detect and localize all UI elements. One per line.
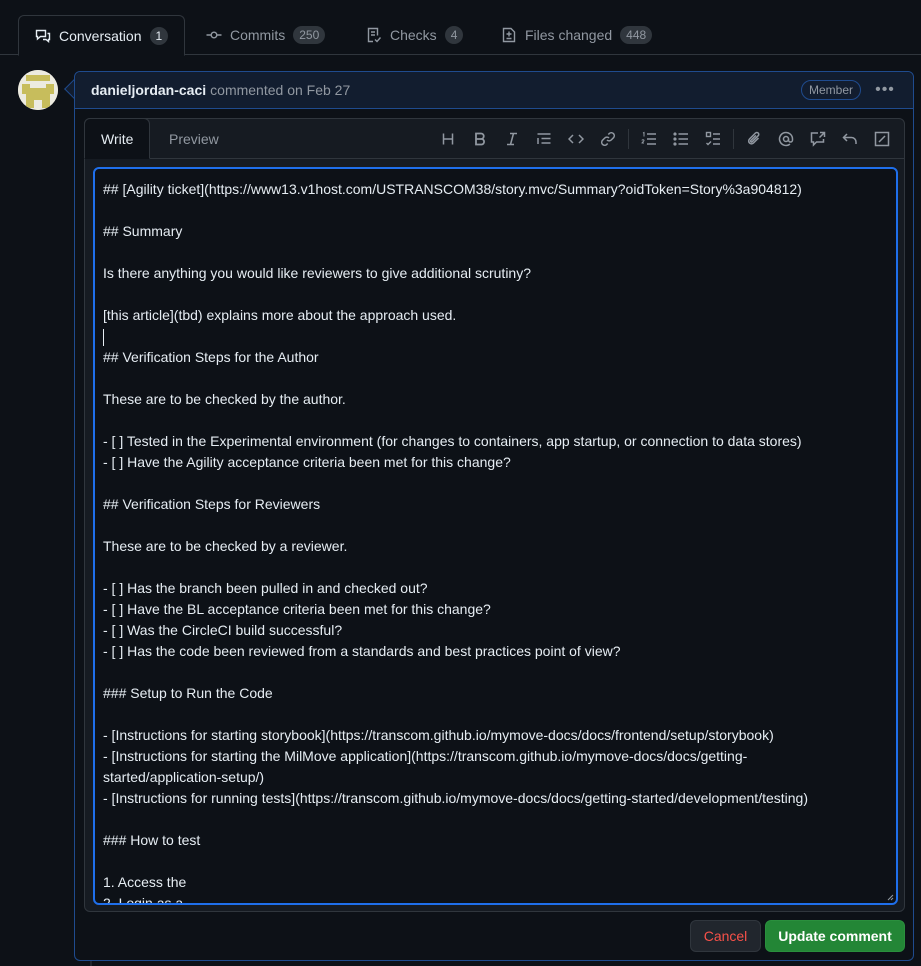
textarea-line <box>103 284 888 305</box>
resize-grip-icon[interactable] <box>886 893 894 901</box>
tab-count: 250 <box>293 26 326 44</box>
textarea-line: These are to be checked by a reviewer. <box>103 538 348 554</box>
textarea-line: - [Instructions for starting the MilMove… <box>103 748 748 764</box>
tab-files-changed[interactable]: Files changed 448 <box>501 15 653 55</box>
textarea-line <box>103 809 888 830</box>
textarea-line <box>103 200 888 221</box>
git-commit-icon <box>206 27 222 43</box>
textarea-line <box>103 704 888 725</box>
tab-checks[interactable]: Checks 4 <box>366 15 464 55</box>
member-badge: Member <box>800 80 861 100</box>
textarea-line <box>103 410 888 431</box>
fullscreen-icon[interactable] <box>866 123 898 155</box>
comment-editor: Write Preview ## [Agility ticket](https:… <box>84 118 905 912</box>
kebab-horizontal-icon[interactable]: ••• <box>873 81 897 99</box>
heading-icon[interactable] <box>432 123 464 155</box>
textarea-line: - [Instructions for starting storybook](… <box>103 727 774 743</box>
textarea-line: ## Summary <box>103 223 183 239</box>
checklist-icon <box>366 27 382 43</box>
tab-label: Conversation <box>59 27 142 44</box>
textarea-line: - [ ] Have the BL acceptance criteria be… <box>103 601 491 617</box>
textarea-line: - [Instructions for running tests](https… <box>103 790 808 806</box>
textarea-line: These are to be checked by the author. <box>103 391 346 407</box>
tab-preview[interactable]: Preview <box>169 119 219 159</box>
bold-icon[interactable] <box>464 123 496 155</box>
update-comment-button[interactable]: Update comment <box>765 920 905 952</box>
comment-timestamp[interactable]: commented on Feb 27 <box>210 82 350 98</box>
undo-icon[interactable] <box>834 123 866 155</box>
pr-tab-nav: Conversation 1 Commits 250 Checks 4 File… <box>0 15 921 56</box>
tab-count: 448 <box>620 26 653 44</box>
editor-tabs: Write Preview <box>84 118 904 159</box>
textarea-line <box>103 662 888 683</box>
textarea-line: ## [Agility ticket](https://www13.v1host… <box>103 181 802 197</box>
textarea-line <box>103 557 888 578</box>
tab-label: Checks <box>390 27 437 43</box>
link-icon[interactable] <box>592 123 624 155</box>
textarea-line <box>103 326 888 347</box>
tab-commits[interactable]: Commits 250 <box>206 15 326 55</box>
textarea-line <box>103 473 888 494</box>
textarea-line: ## Verification Steps for Reviewers <box>103 496 321 512</box>
tab-label: Commits <box>230 27 286 43</box>
tab-label: Files changed <box>525 27 613 43</box>
tab-count: 4 <box>444 26 464 44</box>
textarea-line: 1. Access the <box>103 874 187 890</box>
textarea-line <box>103 515 888 536</box>
comment-box: danieljordan-caci commented on Feb 27 Me… <box>74 71 914 961</box>
tab-conversation[interactable]: Conversation 1 <box>18 15 186 56</box>
markdown-toolbar <box>432 119 904 159</box>
textarea-line: 2. Login as a <box>103 895 184 905</box>
textarea-line: ### Setup to Run the Code <box>103 685 273 701</box>
italic-icon[interactable] <box>496 123 528 155</box>
file-diff-icon <box>501 27 517 43</box>
comment-author[interactable]: danieljordan-caci <box>91 82 206 98</box>
toolbar-divider <box>628 129 629 149</box>
avatar[interactable] <box>18 70 58 110</box>
comment-discussion-icon <box>35 28 51 44</box>
quote-icon[interactable] <box>528 123 560 155</box>
task-list-icon[interactable] <box>697 123 729 155</box>
unordered-list-icon[interactable] <box>665 123 697 155</box>
comment-header: danieljordan-caci commented on Feb 27 Me… <box>75 72 913 109</box>
textarea-line <box>103 851 888 872</box>
textarea-line: Is there anything you would like reviewe… <box>103 265 532 281</box>
tab-write[interactable]: Write <box>84 118 151 159</box>
textarea-line: - [ ] Has the code been reviewed from a … <box>103 643 621 659</box>
ordered-list-icon[interactable] <box>633 123 665 155</box>
text-cursor <box>103 328 104 346</box>
code-icon[interactable] <box>560 123 592 155</box>
textarea-line: - [ ] Tested in the Experimental environ… <box>103 433 802 449</box>
mention-icon[interactable] <box>770 123 802 155</box>
textarea-line: - [ ] Have the Agility acceptance criter… <box>103 454 511 470</box>
textarea-line <box>103 242 888 263</box>
textarea-line: ### How to test <box>103 832 201 848</box>
toolbar-divider <box>733 129 734 149</box>
comment-textarea[interactable]: ## [Agility ticket](https://www13.v1host… <box>93 167 898 905</box>
textarea-line <box>103 368 888 389</box>
tab-count: 1 <box>149 26 169 45</box>
textarea-line: started/application-setup/) <box>103 769 265 785</box>
cross-reference-icon[interactable] <box>802 123 834 155</box>
textarea-line: [this article](tbd) explains more about … <box>103 307 457 323</box>
textarea-line: - [ ] Was the CircleCI build successful? <box>103 622 343 638</box>
attach-icon[interactable] <box>738 123 770 155</box>
textarea-line: - [ ] Has the branch been pulled in and … <box>103 580 428 596</box>
cancel-button[interactable]: Cancel <box>690 920 761 952</box>
textarea-line: ## Verification Steps for the Author <box>103 349 319 365</box>
